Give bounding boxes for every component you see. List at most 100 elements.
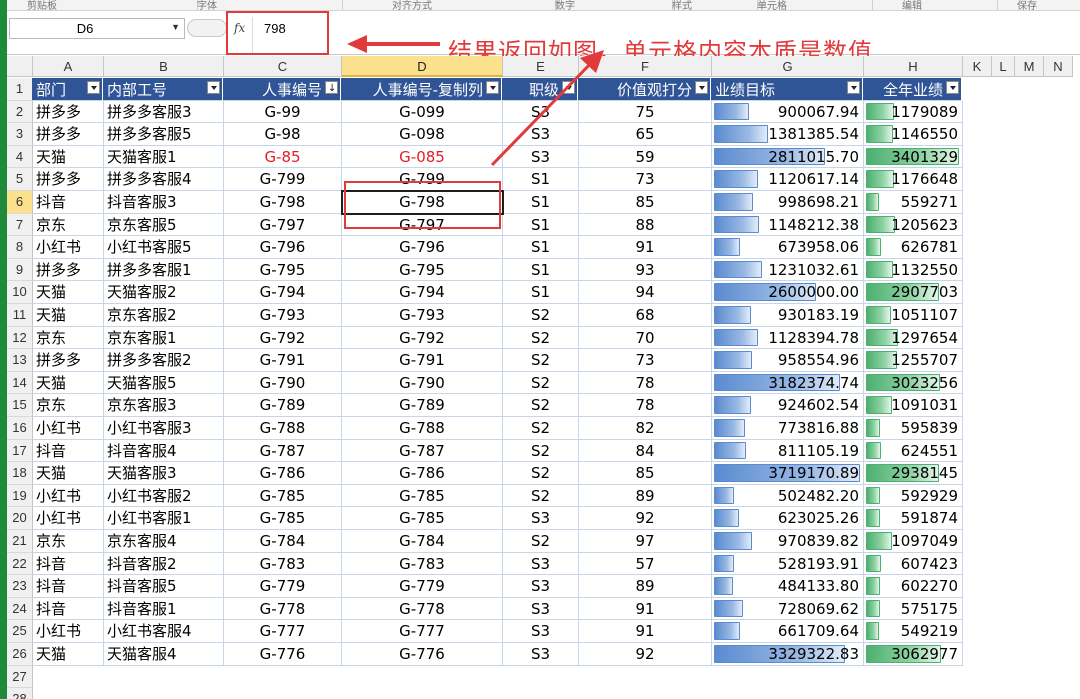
cell-values-score[interactable]: 85 — [579, 462, 712, 485]
cell-annual-performance[interactable]: 607423 — [864, 552, 963, 576]
cell-department[interactable]: 抖音 — [33, 552, 104, 576]
cell-staff-id[interactable]: 小红书客服3 — [104, 417, 224, 440]
cell-personnel-id-copy[interactable]: G-789 — [342, 394, 503, 417]
row-header[interactable]: 8 — [7, 236, 33, 259]
cell-values-score[interactable]: 92 — [579, 643, 712, 666]
cell-personnel-id[interactable]: G-85 — [224, 145, 342, 169]
cell-performance-target[interactable]: 1128394.78 — [712, 326, 864, 350]
cell-department[interactable]: 拼多多 — [33, 258, 104, 282]
cell-annual-performance[interactable]: 624551 — [864, 439, 963, 463]
cell-annual-performance[interactable]: 1132550 — [864, 258, 963, 282]
cell-department[interactable]: 小红书 — [33, 484, 104, 508]
cell-staff-id[interactable]: 小红书客服2 — [104, 484, 224, 508]
formula-input-highlight[interactable]: fx 798 — [226, 11, 329, 55]
cell-personnel-id[interactable]: G-795 — [224, 258, 342, 282]
row-header[interactable]: 19 — [7, 484, 33, 508]
cell-staff-id[interactable]: 拼多多客服1 — [104, 258, 224, 282]
cell-performance-target[interactable]: 924602.54 — [712, 394, 864, 417]
cell-level[interactable]: S1 — [503, 281, 579, 304]
cell-personnel-id-copy[interactable]: G-787 — [342, 439, 503, 463]
cell-personnel-id-copy[interactable]: G-777 — [342, 620, 503, 643]
cell-department[interactable]: 天猫 — [33, 304, 104, 327]
cell-personnel-id[interactable]: G-794 — [224, 281, 342, 304]
cell-performance-target[interactable]: 930183.19 — [712, 304, 864, 327]
cell-personnel-id-copy[interactable]: G-790 — [342, 371, 503, 395]
cell-annual-performance[interactable]: 1297654 — [864, 326, 963, 350]
cell-personnel-id[interactable]: G-796 — [224, 236, 342, 259]
cell-staff-id[interactable]: 天猫客服3 — [104, 462, 224, 485]
cell-level[interactable]: S1 — [503, 191, 579, 214]
filter-dropdown-icon[interactable] — [695, 81, 708, 94]
cell-personnel-id-copy[interactable]: G-099 — [342, 100, 503, 124]
cell-level[interactable]: S2 — [503, 462, 579, 485]
cell-values-score[interactable]: 92 — [579, 507, 712, 530]
cell-annual-performance[interactable]: 592929 — [864, 484, 963, 508]
cell-annual-performance[interactable]: 575175 — [864, 597, 963, 621]
cell-performance-target[interactable]: 900067.94 — [712, 100, 864, 124]
filter-dropdown-icon[interactable] — [486, 81, 499, 94]
row-header[interactable]: 10 — [7, 281, 33, 304]
cell-department[interactable]: 拼多多 — [33, 168, 104, 191]
cell-level[interactable]: S3 — [503, 643, 579, 666]
cell-annual-performance[interactable]: 2938145 — [864, 462, 963, 485]
cell-staff-id[interactable]: 拼多多客服4 — [104, 168, 224, 191]
cell-personnel-id-copy[interactable]: G-796 — [342, 236, 503, 259]
cell-performance-target[interactable]: 1120617.14 — [712, 168, 864, 191]
cell-level[interactable]: S2 — [503, 326, 579, 350]
cell-personnel-id[interactable]: G-99 — [224, 100, 342, 124]
cell-staff-id[interactable]: 京东客服1 — [104, 326, 224, 350]
cell-personnel-id[interactable]: G-791 — [224, 349, 342, 372]
cell-staff-id[interactable]: 拼多多客服3 — [104, 100, 224, 124]
cell-annual-performance[interactable]: 626781 — [864, 236, 963, 259]
row-header[interactable]: 24 — [7, 597, 33, 621]
table-header-cell[interactable]: 价值观打分 — [578, 78, 711, 101]
cell-personnel-id[interactable]: G-785 — [224, 507, 342, 530]
cell-level[interactable]: S3 — [503, 100, 579, 124]
cell-personnel-id-copy[interactable]: G-785 — [342, 507, 503, 530]
cell-annual-performance[interactable]: 549219 — [864, 620, 963, 643]
cell-performance-target[interactable]: 1148212.38 — [712, 213, 864, 237]
column-header-a[interactable]: A — [33, 56, 104, 77]
table-header-cell[interactable]: 人事编号-复制列 — [341, 78, 502, 101]
table-header-cell[interactable]: 职级 — [502, 78, 578, 101]
cell-personnel-id-copy[interactable]: G-788 — [342, 417, 503, 440]
cell-personnel-id-copy[interactable]: G-797 — [342, 213, 503, 237]
row-header[interactable]: 11 — [7, 304, 33, 327]
cell-personnel-id[interactable]: G-787 — [224, 439, 342, 463]
row-header[interactable]: 2 — [7, 100, 33, 124]
filter-dropdown-icon[interactable] — [87, 81, 100, 94]
cell-staff-id[interactable]: 抖音客服2 — [104, 552, 224, 576]
cell-department[interactable]: 天猫 — [33, 643, 104, 666]
filter-dropdown-icon[interactable] — [946, 81, 959, 94]
cell-staff-id[interactable]: 小红书客服4 — [104, 620, 224, 643]
cell-department[interactable]: 拼多多 — [33, 123, 104, 146]
cell-department[interactable]: 天猫 — [33, 281, 104, 304]
cell-personnel-id[interactable]: G-778 — [224, 597, 342, 621]
cell-values-score[interactable]: 68 — [579, 304, 712, 327]
cell-level[interactable]: S2 — [503, 394, 579, 417]
cell-level[interactable]: S3 — [503, 552, 579, 576]
row-header[interactable]: 16 — [7, 417, 33, 440]
cell-personnel-id-copy[interactable]: G-791 — [342, 349, 503, 372]
row-header[interactable]: 15 — [7, 394, 33, 417]
cell-personnel-id-copy[interactable]: G-785 — [342, 484, 503, 508]
row-header[interactable]: 17 — [7, 439, 33, 463]
cell-annual-performance[interactable]: 1176648 — [864, 168, 963, 191]
column-header-k[interactable]: K — [963, 56, 992, 77]
cell-personnel-id-copy[interactable]: G-784 — [342, 530, 503, 553]
cell-personnel-id[interactable]: G-792 — [224, 326, 342, 350]
cell-personnel-id[interactable]: G-779 — [224, 575, 342, 598]
cell-department[interactable]: 抖音 — [33, 575, 104, 598]
cell-staff-id[interactable]: 天猫客服1 — [104, 145, 224, 169]
cell-department[interactable]: 抖音 — [33, 191, 104, 214]
cell-personnel-id[interactable]: G-785 — [224, 484, 342, 508]
cell-personnel-id-copy[interactable]: G-776 — [342, 643, 503, 666]
cell-performance-target[interactable]: 623025.26 — [712, 507, 864, 530]
cell-personnel-id[interactable]: G-786 — [224, 462, 342, 485]
column-header-n[interactable]: N — [1044, 56, 1073, 77]
cell-staff-id[interactable]: 天猫客服4 — [104, 643, 224, 666]
cell-staff-id[interactable]: 抖音客服1 — [104, 597, 224, 621]
formula-input[interactable]: 798 — [264, 21, 286, 36]
cell-personnel-id[interactable]: G-784 — [224, 530, 342, 553]
row-header[interactable]: 28 — [7, 688, 33, 699]
